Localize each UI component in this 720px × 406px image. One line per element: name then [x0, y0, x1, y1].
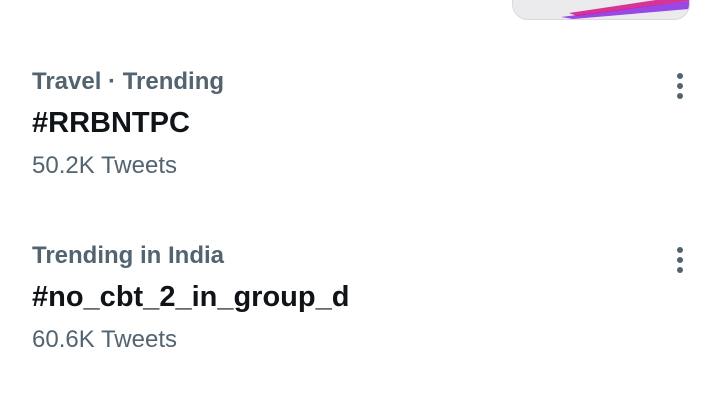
more-vertical-icon — [677, 247, 683, 273]
trend-tweet-count: 50.2K Tweets — [32, 152, 177, 179]
trend-thumbnail-image — [512, 0, 690, 20]
trend-name: #no_cbt_2_in_group_d — [32, 281, 350, 313]
trend-item[interactable]: Trending in India #no_cbt_2_in_group_d 6… — [0, 236, 720, 406]
trend-context: Trending in India — [32, 242, 224, 269]
trend-tweet-count: 60.6K Tweets — [32, 326, 177, 353]
trend-name: #RRBNTPC — [32, 107, 190, 139]
more-options-button[interactable] — [664, 244, 696, 276]
more-options-button[interactable] — [664, 70, 696, 102]
trend-item[interactable]: Travel · Trending #RRBNTPC 50.2K Tweets — [0, 62, 720, 232]
previous-trend-item[interactable] — [0, 0, 720, 24]
more-vertical-icon — [677, 73, 683, 99]
trend-context: Travel · Trending — [32, 68, 225, 95]
